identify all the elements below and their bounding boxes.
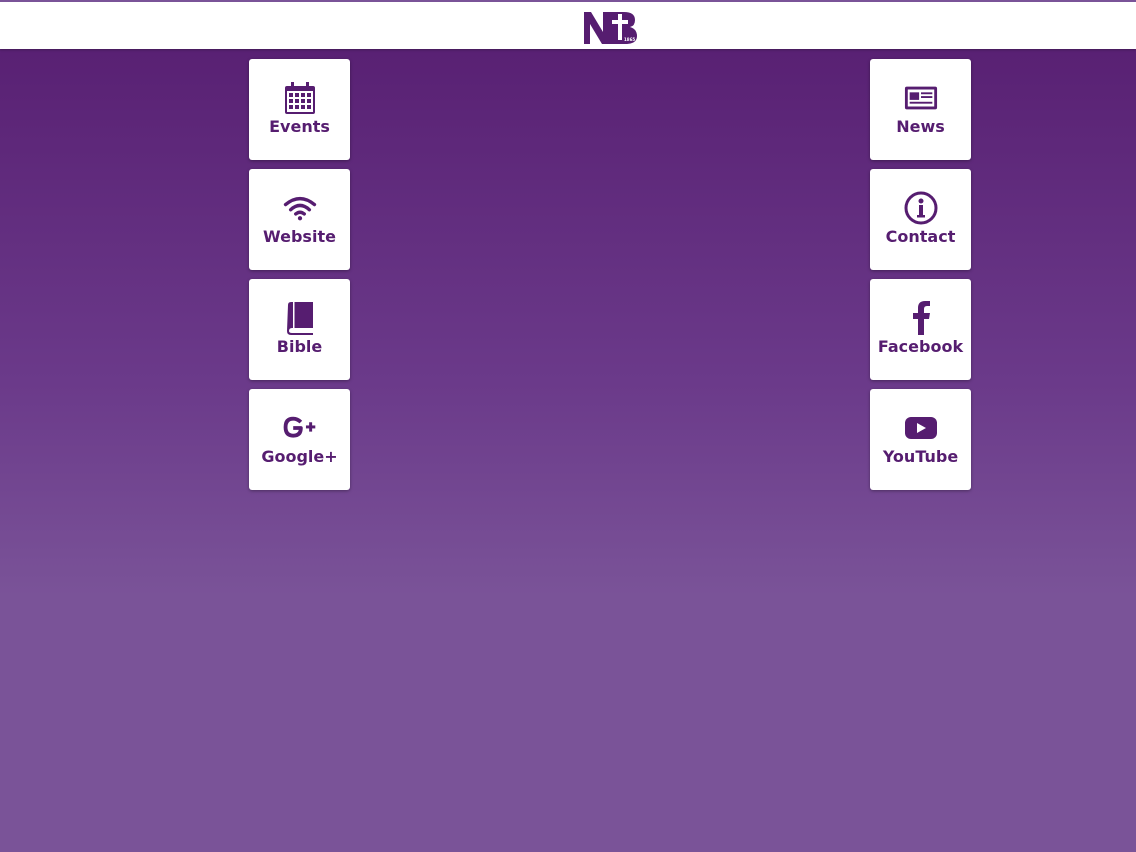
facebook-icon — [904, 301, 938, 335]
nb-cross-logo[interactable]: 1865 — [582, 10, 638, 46]
news-button[interactable]: News — [870, 59, 971, 160]
calendar-icon — [283, 81, 317, 115]
google-plus-icon — [283, 411, 317, 445]
youtube-button[interactable]: YouTube — [870, 389, 971, 490]
bible-label: Bible — [276, 337, 323, 356]
facebook-label: Facebook — [877, 337, 964, 356]
wifi-icon — [283, 191, 317, 225]
contact-button[interactable]: Contact — [870, 169, 971, 270]
events-button[interactable]: Events — [249, 59, 350, 160]
youtube-icon — [904, 411, 938, 445]
website-label: Website — [263, 227, 336, 246]
contact-label: Contact — [885, 227, 956, 246]
facebook-button[interactable]: Facebook — [870, 279, 971, 380]
news-label: News — [896, 117, 945, 136]
book-icon — [283, 301, 317, 335]
website-button[interactable]: Website — [249, 169, 350, 270]
events-label: Events — [269, 117, 330, 136]
newspaper-icon — [904, 81, 938, 115]
app-header: 1865 — [0, 0, 1136, 49]
info-icon — [904, 191, 938, 225]
logo-year: 1865 — [624, 37, 635, 42]
google-plus-label: Google+ — [261, 447, 338, 466]
google-plus-button[interactable]: Google+ — [249, 389, 350, 490]
bible-button[interactable]: Bible — [249, 279, 350, 380]
youtube-label: YouTube — [882, 447, 959, 466]
